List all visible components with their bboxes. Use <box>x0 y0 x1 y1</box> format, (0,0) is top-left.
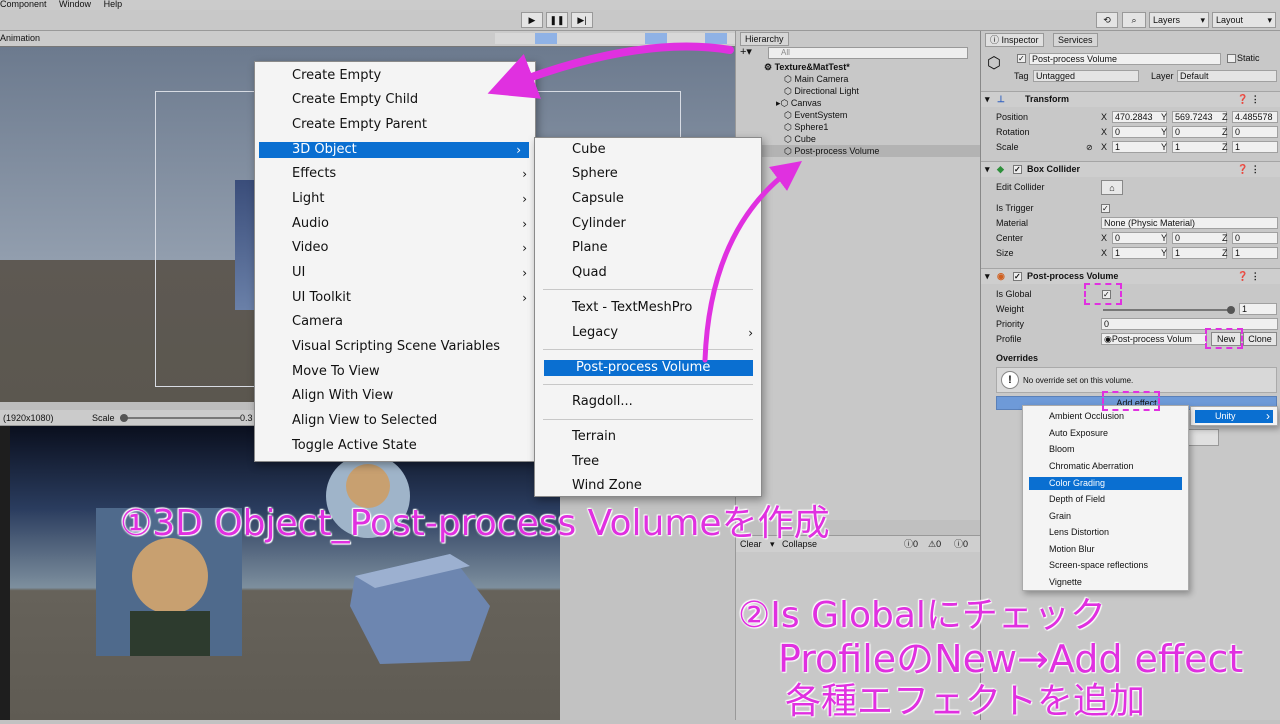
arrow-to-hierarchy-item <box>702 160 802 363</box>
annotation-step2-line3: 各種エフェクトを追加 <box>785 681 1146 722</box>
arrow-to-create-menu <box>487 42 734 99</box>
annotation-step1: ①3D Object_Post-process Volumeを作成 <box>120 503 830 544</box>
